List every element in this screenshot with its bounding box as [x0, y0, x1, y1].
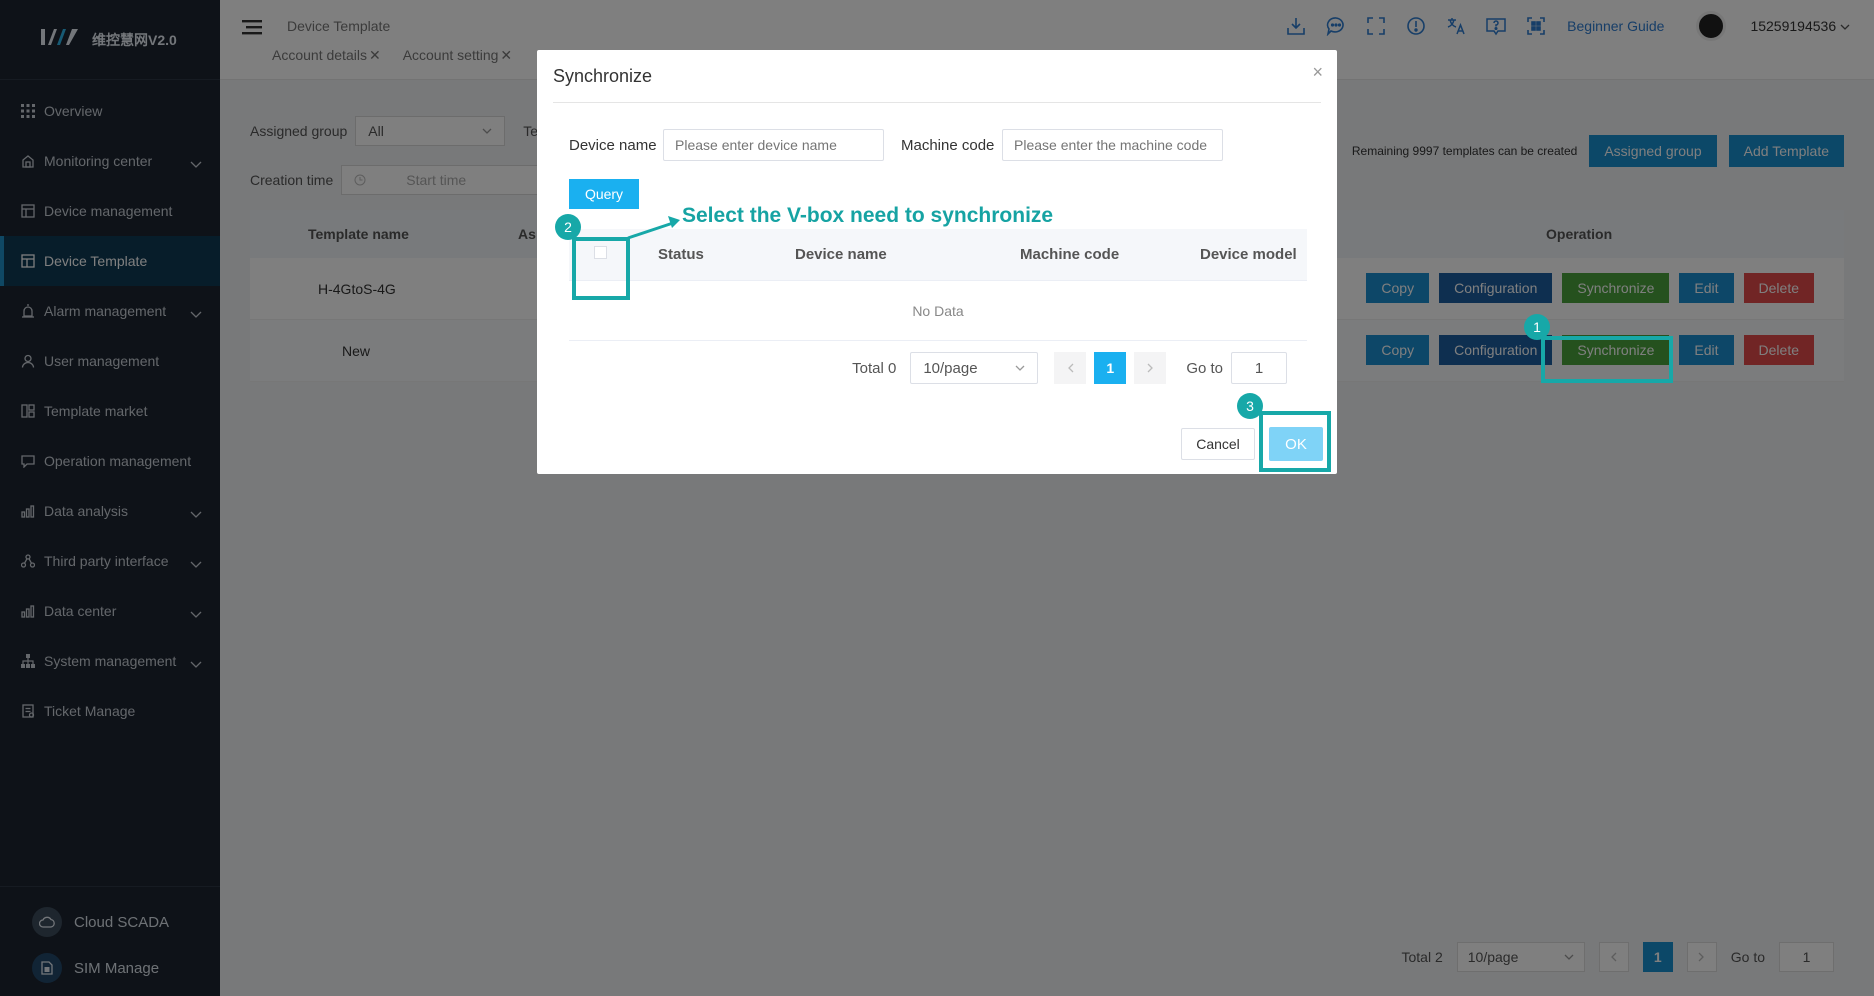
step-badge-1: 1	[1524, 314, 1550, 340]
column-device-name: Device name	[795, 246, 887, 263]
column-device-model: Device model	[1200, 246, 1297, 263]
query-button[interactable]: Query	[569, 179, 639, 209]
dialog-title: Synchronize	[553, 66, 653, 86]
machine-code-input[interactable]	[1002, 129, 1223, 161]
step-badge-2: 2	[555, 214, 581, 240]
dialog-pagination: Total 0 10/page 1 Go to 1	[852, 352, 1287, 384]
machine-code-label: Machine code	[901, 137, 995, 154]
pagination-total: Total 0	[852, 359, 897, 377]
next-page-button[interactable]	[1134, 352, 1167, 384]
step-badge-3: 3	[1237, 393, 1263, 419]
page-size-value: 10/page	[923, 359, 978, 377]
highlight-box-step-2	[572, 237, 630, 300]
device-name-label: Device name	[569, 137, 657, 154]
highlight-box-step-1	[1541, 336, 1673, 383]
empty-state: No Data	[569, 281, 1307, 341]
highlight-box-step-3	[1259, 411, 1331, 472]
divider	[553, 102, 1321, 103]
close-icon[interactable]: ×	[1312, 62, 1323, 83]
column-status: Status	[658, 246, 704, 263]
cancel-button[interactable]: Cancel	[1181, 428, 1255, 460]
chevron-down-icon	[1015, 365, 1025, 371]
prev-page-button[interactable]	[1054, 352, 1087, 384]
device-name-input[interactable]	[663, 129, 884, 161]
annotation-step-2-text: Select the V-box need to synchronize	[682, 204, 1054, 227]
goto-label: Go to	[1186, 359, 1223, 377]
goto-value: 1	[1254, 359, 1264, 377]
synchronize-dialog: Synchronize × Device name Machine code Q…	[537, 50, 1337, 474]
annotation-arrow-icon	[627, 216, 680, 240]
page-size-select[interactable]: 10/page	[910, 352, 1039, 384]
column-machine-code: Machine code	[1020, 246, 1120, 263]
goto-input[interactable]: 1	[1231, 352, 1287, 384]
current-page[interactable]: 1	[1094, 352, 1127, 384]
